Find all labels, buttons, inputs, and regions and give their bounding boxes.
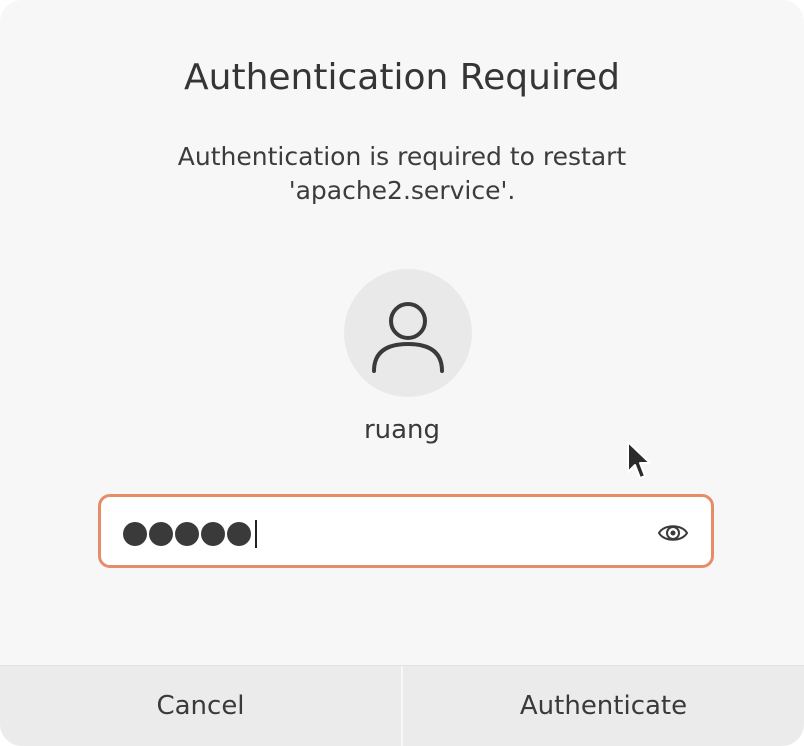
dialog-title: Authentication Required — [184, 57, 620, 98]
password-dot — [123, 522, 147, 546]
avatar — [344, 269, 472, 397]
password-dot — [201, 522, 225, 546]
text-caret — [255, 520, 257, 548]
authenticate-button[interactable]: Authenticate — [403, 666, 804, 746]
password-dot — [149, 522, 173, 546]
password-dot — [175, 522, 199, 546]
user-icon — [372, 302, 444, 373]
password-dot — [227, 522, 251, 546]
username-label: ruang — [363, 415, 441, 445]
eye-icon[interactable] — [657, 519, 689, 547]
dialog-message: Authentication is required to restart 'a… — [177, 142, 627, 205]
cancel-button[interactable]: Cancel — [0, 666, 403, 746]
password-masked-value — [123, 520, 257, 548]
dialog-button-bar: Cancel Authenticate — [0, 665, 804, 746]
mouse-pointer-icon — [627, 441, 651, 479]
password-input[interactable] — [98, 494, 714, 568]
authentication-dialog: Authentication Required Authentication i… — [0, 0, 804, 746]
